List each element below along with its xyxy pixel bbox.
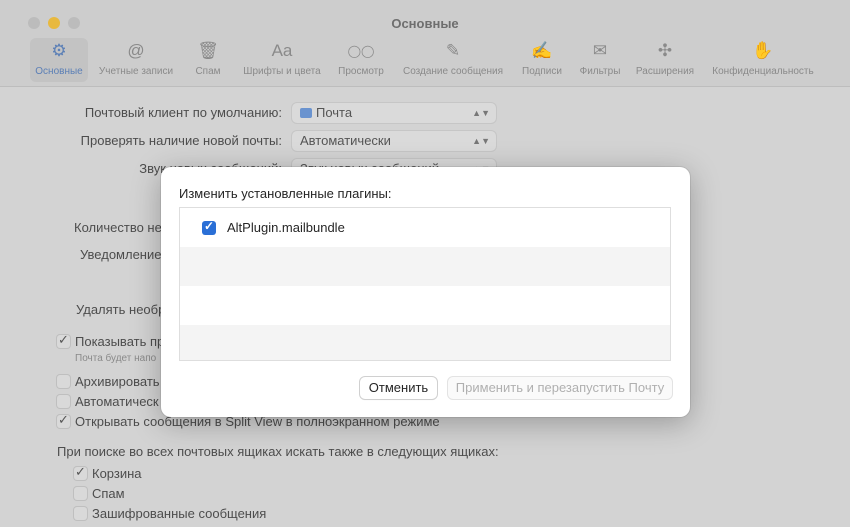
trash-checkbox[interactable] [74,464,87,480]
encrypted-label: Зашифрованные сообщения [92,506,267,521]
tab-extensions[interactable]: ✣ Расширения [631,38,699,82]
tab-label: Учетные записи [98,66,174,77]
junk-checkbox[interactable] [74,487,87,500]
encrypted-checkbox[interactable] [74,507,87,520]
font-icon: Aa [271,41,293,60]
show-note: Почта будет напо [75,353,157,364]
chevron-updown-icon: ▲▼ [472,108,490,118]
window-title: Основные [391,16,459,31]
plugins-list: AltPlugin.mailbundle [179,207,671,361]
auto-label: Автоматическ [75,394,159,409]
tab-general[interactable]: ⚙ Основные [30,38,88,82]
show-label: Показывать пр [75,334,165,349]
plugin-checkbox[interactable] [202,219,216,235]
plugin-name: AltPlugin.mailbundle [227,220,345,235]
titlebar: Основные ⚙ Основные @ Учетные записи 🗑 С… [0,0,850,87]
filter-mail-icon: ✉ [592,41,608,60]
split-view-checkbox[interactable] [57,412,70,428]
tab-accounts[interactable]: @ Учетные записи [94,38,178,82]
tab-viewing[interactable]: ◯◯ Просмотр [334,38,388,82]
archive-label: Архивировать [75,374,160,389]
tab-label: Расширения [635,66,695,77]
gear-icon: ⚙ [51,41,67,60]
tab-label: Основные [35,66,83,77]
tab-composing[interactable]: ✎ Создание сообщения [396,38,510,82]
tab-fonts-colors[interactable]: Aa Шрифты и цвета [238,38,326,82]
cancel-button[interactable]: Отменить [360,377,437,399]
tab-privacy[interactable]: ✋ Конфиденциальность [706,38,820,82]
manage-plugins-dialog: Изменить установленные плагины: AltPlugi… [161,167,690,417]
trash-label: Корзина [92,466,142,481]
check-mail-popup[interactable]: Автоматически ▲▼ [292,131,496,151]
check-mail-value: Автоматически [300,133,391,148]
default-client-label: Почтовый клиент по умолчанию: [84,105,282,120]
preferences-toolbar: ⚙ Основные @ Учетные записи 🗑 Спам Aa Шр… [0,38,850,84]
tab-rules[interactable]: ✉ Фильтры [574,38,626,82]
archive-checkbox[interactable] [57,375,70,388]
empty-list-row [180,247,670,286]
junk-label: Спам [92,486,125,501]
chevron-updown-icon: ▲▼ [472,136,490,146]
empty-list-row [180,325,670,360]
check-mail-label: Проверять наличие новой почты: [80,133,282,148]
plugin-row[interactable]: AltPlugin.mailbundle [180,208,670,247]
tab-label: Конфиденциальность [712,66,814,77]
tab-label: Создание сообщения [402,66,504,77]
tab-junk[interactable]: 🗑 Спам [188,38,228,82]
mail-app-icon [300,108,312,118]
search-mailboxes-label: При поиске во всех почтовых ящиках искат… [57,444,499,459]
glasses-icon: ◯◯ [347,44,375,58]
tab-label: Просмотр [338,66,384,77]
tab-label: Шрифты и цвета [243,66,321,77]
at-icon: @ [127,41,145,60]
unread-count-label: Количество не [74,220,162,235]
junk-tray-icon: 🗑 [197,41,219,60]
empty-list-row [180,286,670,325]
tab-signatures[interactable]: ✍ Подписи [516,38,568,82]
tab-label: Подписи [522,66,562,77]
default-client-value: Почта [316,105,353,120]
auto-checkbox[interactable] [57,395,70,408]
show-checkbox[interactable] [57,332,70,348]
puzzle-icon: ✣ [657,41,673,60]
notification-label: Уведомление [80,247,162,262]
hand-icon: ✋ [752,41,774,60]
default-client-popup[interactable]: Почта ▲▼ [292,103,496,123]
apply-and-restart-button[interactable]: Применить и перезапустить Почту [448,377,672,399]
remove-label: Удалять необр [76,302,166,317]
tab-label: Спам [195,66,221,77]
dialog-title: Изменить установленные плагины: [179,186,392,201]
signature-icon: ✍ [531,41,553,60]
tab-label: Фильтры [579,66,621,77]
compose-icon: ✎ [445,41,461,60]
